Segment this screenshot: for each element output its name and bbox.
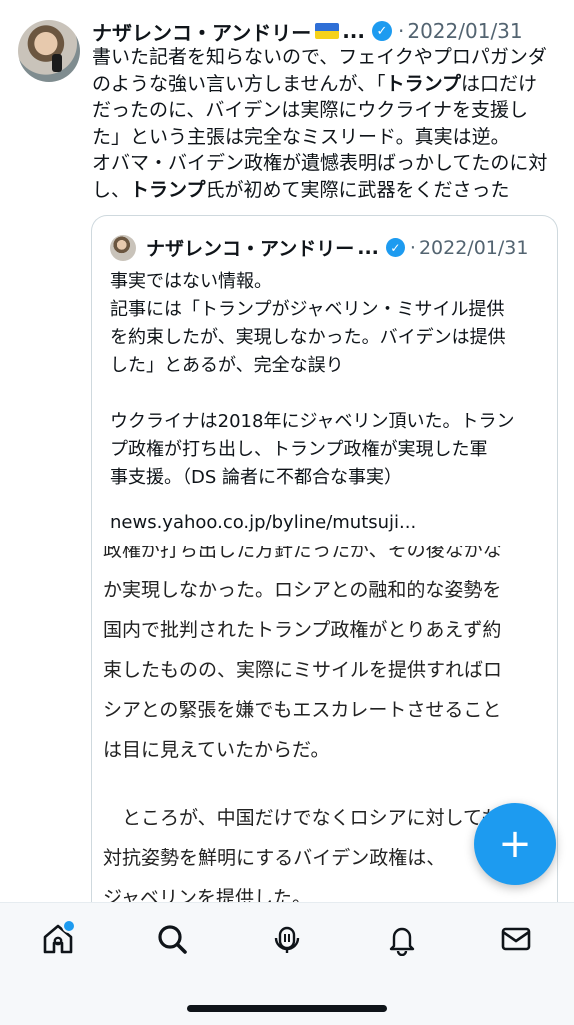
home-indicator — [187, 1005, 387, 1012]
text-segment: 書いた記者を知らないので、フェイクやプロパガンダ — [92, 46, 547, 68]
tweet-date[interactable]: 2022/01/31 — [407, 19, 522, 43]
bold-keyword: トランプ — [385, 72, 461, 95]
quoted-text-line: 事支援。（DS 論者に不都合な事実） — [110, 467, 403, 488]
quoted-name-ellipsis: ... — [357, 236, 379, 259]
compose-button[interactable]: + — [474, 803, 556, 885]
article-text-line: シアとの緊張を嫌でもエスカレートさせること — [103, 699, 502, 721]
tweet-text-line: 書いた記者を知らないので、フェイクやプロパガンダ — [92, 44, 562, 71]
tab-notifications[interactable] — [382, 921, 422, 961]
text-segment: は口だけ — [461, 72, 538, 95]
article-text-line: 国内で批判されたトランプ政権がとりあえず約 — [103, 619, 502, 641]
text-segment: オバマ・バイデン政権が遺憾表明ばっかしてたのに対 — [92, 152, 548, 174]
author-avatar[interactable] — [18, 20, 80, 82]
search-icon — [155, 922, 189, 960]
quoted-text-line: を約束したが、実現しなかった。バイデンは提供 — [110, 327, 506, 348]
author-name[interactable]: ナザレンコ・アンドリー — [92, 17, 311, 46]
tweet-text-line: だったのに、バイデンは実際にウクライナを支援し — [92, 97, 562, 124]
name-ellipsis: ... — [342, 19, 365, 43]
article-cut-line: 政権が打ち出した方針だったが、その後なかな — [103, 546, 502, 561]
quoted-verified-badge-icon: ✓ — [385, 238, 405, 257]
text-segment: のような強い言い方しませんが、「 — [92, 72, 386, 95]
quoted-text-line: ウクライナは2018年にジャベリン頂いた。トラン — [110, 411, 515, 432]
tweet-text-line: た」という主張は完全なミスリード。真実は逆。 — [92, 124, 562, 151]
bell-icon — [385, 922, 419, 960]
tab-home[interactable] — [38, 919, 78, 961]
article-text-line: 束したものの、実際にミサイルを提供すればロ — [103, 659, 503, 681]
text-segment: し、 — [92, 178, 131, 201]
tweet-text-line: のような強い言い方しませんが、「トランプは口だけ — [92, 71, 562, 98]
quoted-text-line — [110, 380, 515, 408]
home-notification-dot — [62, 919, 76, 933]
quoted-tweet-link[interactable]: news.yahoo.co.jp/byline/mutsuji... — [110, 512, 416, 533]
ukraine-flag-icon — [315, 23, 340, 39]
quoted-text-line: プ政権が打ち出し、トランプ政権が実現した軍 — [110, 439, 488, 460]
quoted-text-line: した」とあるが、完全な誤り — [110, 355, 344, 376]
article-text-line: 対抗姿勢を鮮明にするバイデン政権は、 — [103, 847, 446, 869]
tweet-text-line: オバマ・バイデン政権が遺憾表明ばっかしてたのに対 — [92, 150, 562, 177]
quoted-tweet-text: 事実ではない情報。記事には「トランプがジャベリン・ミサイル提供 を約束したが、実現… — [110, 268, 515, 492]
quoted-author-avatar — [110, 234, 136, 261]
article-text-line: は目に見えていたからだ。 — [103, 739, 330, 761]
tab-search[interactable] — [152, 921, 192, 961]
spaces-icon — [270, 922, 304, 960]
quoted-tweet[interactable]: ナザレンコ・アンドリー ... ✓ · 2022/01/31 事実ではない情報。… — [91, 215, 558, 548]
article-image-text: 政権が打ち出した方針だったが、その後なかな か実現しなかった。ロシアとの融和的な… — [103, 546, 502, 902]
quoted-text-line: 事実ではない情報。 — [110, 271, 272, 292]
quoted-text-line: 記事には「トランプがジャベリン・ミサイル提供 — [110, 299, 505, 320]
tweet-text-line: し、トランプ氏が初めて実際に武器をくださった — [92, 177, 562, 204]
quoted-header-separator: · — [409, 236, 416, 259]
text-segment: だったのに、バイデンは実際にウクライナを支援し — [92, 99, 529, 121]
article-text-line: ジャベリンを提供した。 — [103, 887, 312, 902]
tab-spaces[interactable] — [267, 921, 307, 961]
quoted-author-name: ナザレンコ・アンドリー — [146, 238, 355, 260]
article-text-line: か実現しなかった。ロシアとの融和的な姿勢を — [103, 579, 502, 601]
bold-keyword: トランプ — [130, 178, 206, 201]
quoted-tweet-header: ナザレンコ・アンドリー ... ✓ · 2022/01/31 — [110, 234, 528, 261]
verified-badge-icon: ✓ — [372, 21, 392, 41]
tab-messages[interactable] — [496, 921, 536, 961]
tweet-text: 書いた記者を知らないので、フェイクやプロパガンダ のような強い言い方しませんが、「… — [92, 44, 562, 203]
quoted-tweet-date: 2022/01/31 — [418, 236, 529, 259]
header-separator: · — [398, 19, 405, 43]
text-segment: た」という主張は完全なミスリード。真実は逆。 — [92, 125, 510, 148]
article-text-line: ところが、中国だけでなくロシアに対しても — [103, 807, 501, 829]
mail-icon — [499, 922, 533, 960]
tweet-header: ナザレンコ・アンドリー ... ✓ · 2022/01/31 — [92, 14, 523, 48]
text-segment: 氏が初めて実際に武器をくださった — [205, 178, 510, 201]
